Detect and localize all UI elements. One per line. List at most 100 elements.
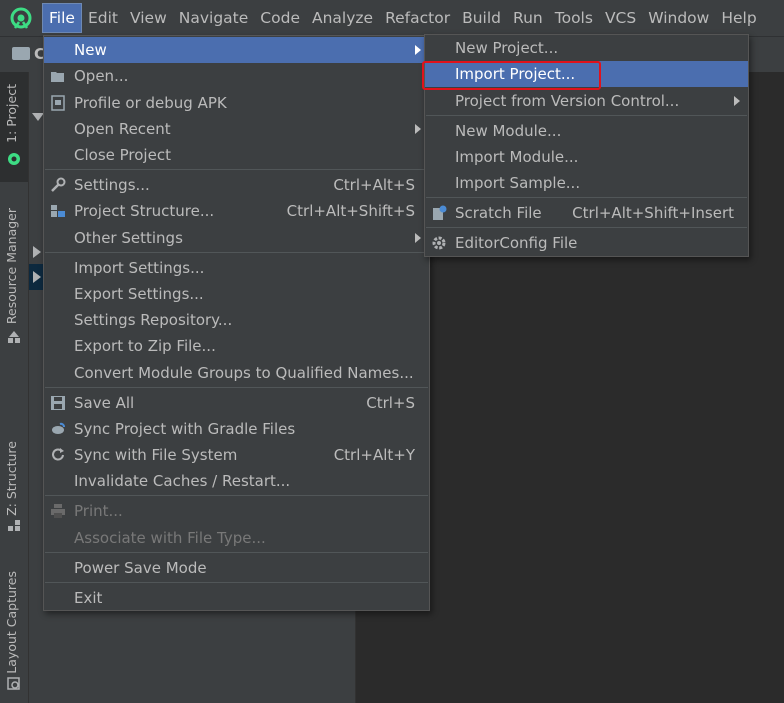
tab-layout-captures[interactable]: Layout Captures	[0, 567, 28, 697]
shortcut-project-structure: Ctrl+Alt+Shift+S	[286, 202, 415, 220]
menu-item-scratch-file[interactable]: Scratch File Ctrl+Alt+Shift+Insert	[425, 200, 748, 226]
tab-project-label: 1: Project	[4, 84, 19, 143]
menu-item-export-settings-label: Export Settings...	[74, 285, 204, 303]
menu-item-convert-module-groups[interactable]: Convert Module Groups to Qualified Names…	[44, 360, 429, 386]
menu-separator	[426, 197, 747, 198]
gear-icon	[432, 236, 446, 250]
android-icon	[8, 153, 20, 165]
menu-item-export-zip[interactable]: Export to Zip File...	[44, 333, 429, 359]
submenu-arrow-icon	[734, 96, 740, 106]
menu-item-import-settings[interactable]: Import Settings...	[44, 255, 429, 281]
apk-icon	[51, 95, 65, 111]
shortcut-save-all: Ctrl+S	[366, 394, 415, 412]
menu-vcs[interactable]: VCS	[599, 3, 642, 33]
menu-item-import-sample-label: Import Sample...	[455, 174, 581, 192]
menu-item-scratch-file-label: Scratch File	[455, 204, 542, 222]
tab-structure-label: Z: Structure	[4, 441, 19, 516]
menu-item-other-settings-label: Other Settings	[74, 229, 183, 247]
menu-item-sync-file-system[interactable]: Sync with File System Ctrl+Alt+Y	[44, 442, 429, 468]
menu-item-associate-file-type-label: Associate with File Type...	[74, 529, 266, 547]
project-structure-icon	[51, 205, 65, 217]
printer-icon	[51, 504, 65, 518]
menu-run[interactable]: Run	[507, 3, 549, 33]
menu-separator	[45, 387, 428, 388]
shortcut-scratch-file: Ctrl+Alt+Shift+Insert	[572, 204, 734, 222]
shortcut-sync-file-system: Ctrl+Alt+Y	[333, 446, 415, 464]
menu-item-export-settings[interactable]: Export Settings...	[44, 281, 429, 307]
menu-item-settings-repository-label: Settings Repository...	[74, 311, 233, 329]
menu-item-settings-repository[interactable]: Settings Repository...	[44, 307, 429, 333]
menu-help[interactable]: Help	[715, 3, 762, 33]
tree-collapse-icon[interactable]	[33, 246, 41, 258]
menu-item-profile-apk-label: Profile or debug APK	[74, 94, 227, 112]
menu-separator	[426, 115, 747, 116]
menu-build[interactable]: Build	[456, 3, 507, 33]
tab-project[interactable]: 1: Project	[0, 72, 28, 182]
menu-item-import-module-label: Import Module...	[455, 148, 579, 166]
submenu-arrow-icon	[415, 233, 421, 243]
menu-item-new[interactable]: New	[44, 37, 429, 63]
menu-item-project-from-vcs[interactable]: Project from Version Control...	[425, 88, 748, 114]
tree-collapse-icon[interactable]	[33, 271, 41, 283]
menu-item-new-module[interactable]: New Module...	[425, 118, 748, 144]
folder-icon	[12, 47, 30, 60]
menu-item-invalidate-caches[interactable]: Invalidate Caches / Restart...	[44, 468, 429, 494]
menu-item-settings-label: Settings...	[74, 176, 150, 194]
submenu-arrow-icon	[415, 124, 421, 134]
menu-item-profile-apk[interactable]: Profile or debug APK	[44, 90, 429, 116]
scratch-file-icon	[433, 205, 447, 220]
structure-icon	[8, 520, 20, 531]
menu-item-open-label: Open...	[74, 67, 129, 85]
layout-captures-icon	[7, 677, 20, 690]
menu-item-project-structure[interactable]: Project Structure... Ctrl+Alt+Shift+S	[44, 198, 429, 224]
menu-item-exit-label: Exit	[74, 589, 103, 607]
tab-structure[interactable]: Z: Structure	[0, 437, 28, 537]
menu-item-settings[interactable]: Settings... Ctrl+Alt+S	[44, 172, 429, 198]
menu-analyze[interactable]: Analyze	[306, 3, 379, 33]
menu-item-associate-file-type: Associate with File Type...	[44, 525, 429, 551]
menu-item-editorconfig-label: EditorConfig File	[455, 234, 578, 252]
annotation-highlight-box	[422, 61, 601, 90]
menu-navigate[interactable]: Navigate	[173, 3, 255, 33]
menu-file[interactable]: File	[42, 3, 82, 33]
menu-item-convert-module-groups-label: Convert Module Groups to Qualified Names…	[74, 364, 414, 382]
menu-item-save-all[interactable]: Save All Ctrl+S	[44, 390, 429, 416]
android-studio-logo-icon	[0, 7, 42, 29]
menu-edit[interactable]: Edit	[82, 3, 124, 33]
menu-refactor[interactable]: Refactor	[379, 3, 456, 33]
menu-separator	[45, 495, 428, 496]
menu-item-close-project[interactable]: Close Project	[44, 142, 429, 168]
shortcut-settings: Ctrl+Alt+S	[333, 176, 415, 194]
menu-separator	[45, 582, 428, 583]
gradle-sync-icon	[52, 422, 65, 434]
menu-item-sync-gradle-label: Sync Project with Gradle Files	[74, 420, 296, 438]
menu-item-import-sample[interactable]: Import Sample...	[425, 170, 748, 196]
menu-view[interactable]: View	[124, 3, 173, 33]
menu-window[interactable]: Window	[642, 3, 715, 33]
menu-item-other-settings[interactable]: Other Settings	[44, 225, 429, 251]
menu-code[interactable]: Code	[254, 3, 306, 33]
menu-item-project-structure-label: Project Structure...	[74, 202, 215, 220]
menu-item-close-project-label: Close Project	[74, 146, 171, 164]
menu-item-import-module[interactable]: Import Module...	[425, 144, 748, 170]
menu-separator	[426, 227, 747, 228]
tab-layout-captures-label: Layout Captures	[4, 571, 19, 674]
file-menu: New Open... Profile or debug APK Open Re…	[43, 35, 430, 611]
menu-item-sync-gradle[interactable]: Sync Project with Gradle Files	[44, 416, 429, 442]
menu-item-new-module-label: New Module...	[455, 122, 562, 140]
menu-separator	[45, 169, 428, 170]
menu-item-new-project[interactable]: New Project...	[425, 35, 748, 61]
menu-item-print-label: Print...	[74, 502, 123, 520]
menu-item-editorconfig[interactable]: EditorConfig File	[425, 230, 748, 256]
menu-item-import-settings-label: Import Settings...	[74, 259, 205, 277]
left-tool-strip: 1: Project Resource Manager Z: Structure…	[0, 72, 29, 703]
wrench-icon	[51, 177, 66, 192]
menu-item-invalidate-caches-label: Invalidate Caches / Restart...	[74, 472, 291, 490]
menu-item-exit[interactable]: Exit	[44, 585, 429, 611]
menu-tools[interactable]: Tools	[549, 3, 599, 33]
menu-item-new-project-label: New Project...	[455, 39, 559, 57]
menu-item-power-save[interactable]: Power Save Mode	[44, 555, 429, 581]
menu-item-open-recent[interactable]: Open Recent	[44, 116, 429, 142]
menu-item-open[interactable]: Open...	[44, 63, 429, 89]
tab-resource-manager[interactable]: Resource Manager	[0, 202, 28, 352]
